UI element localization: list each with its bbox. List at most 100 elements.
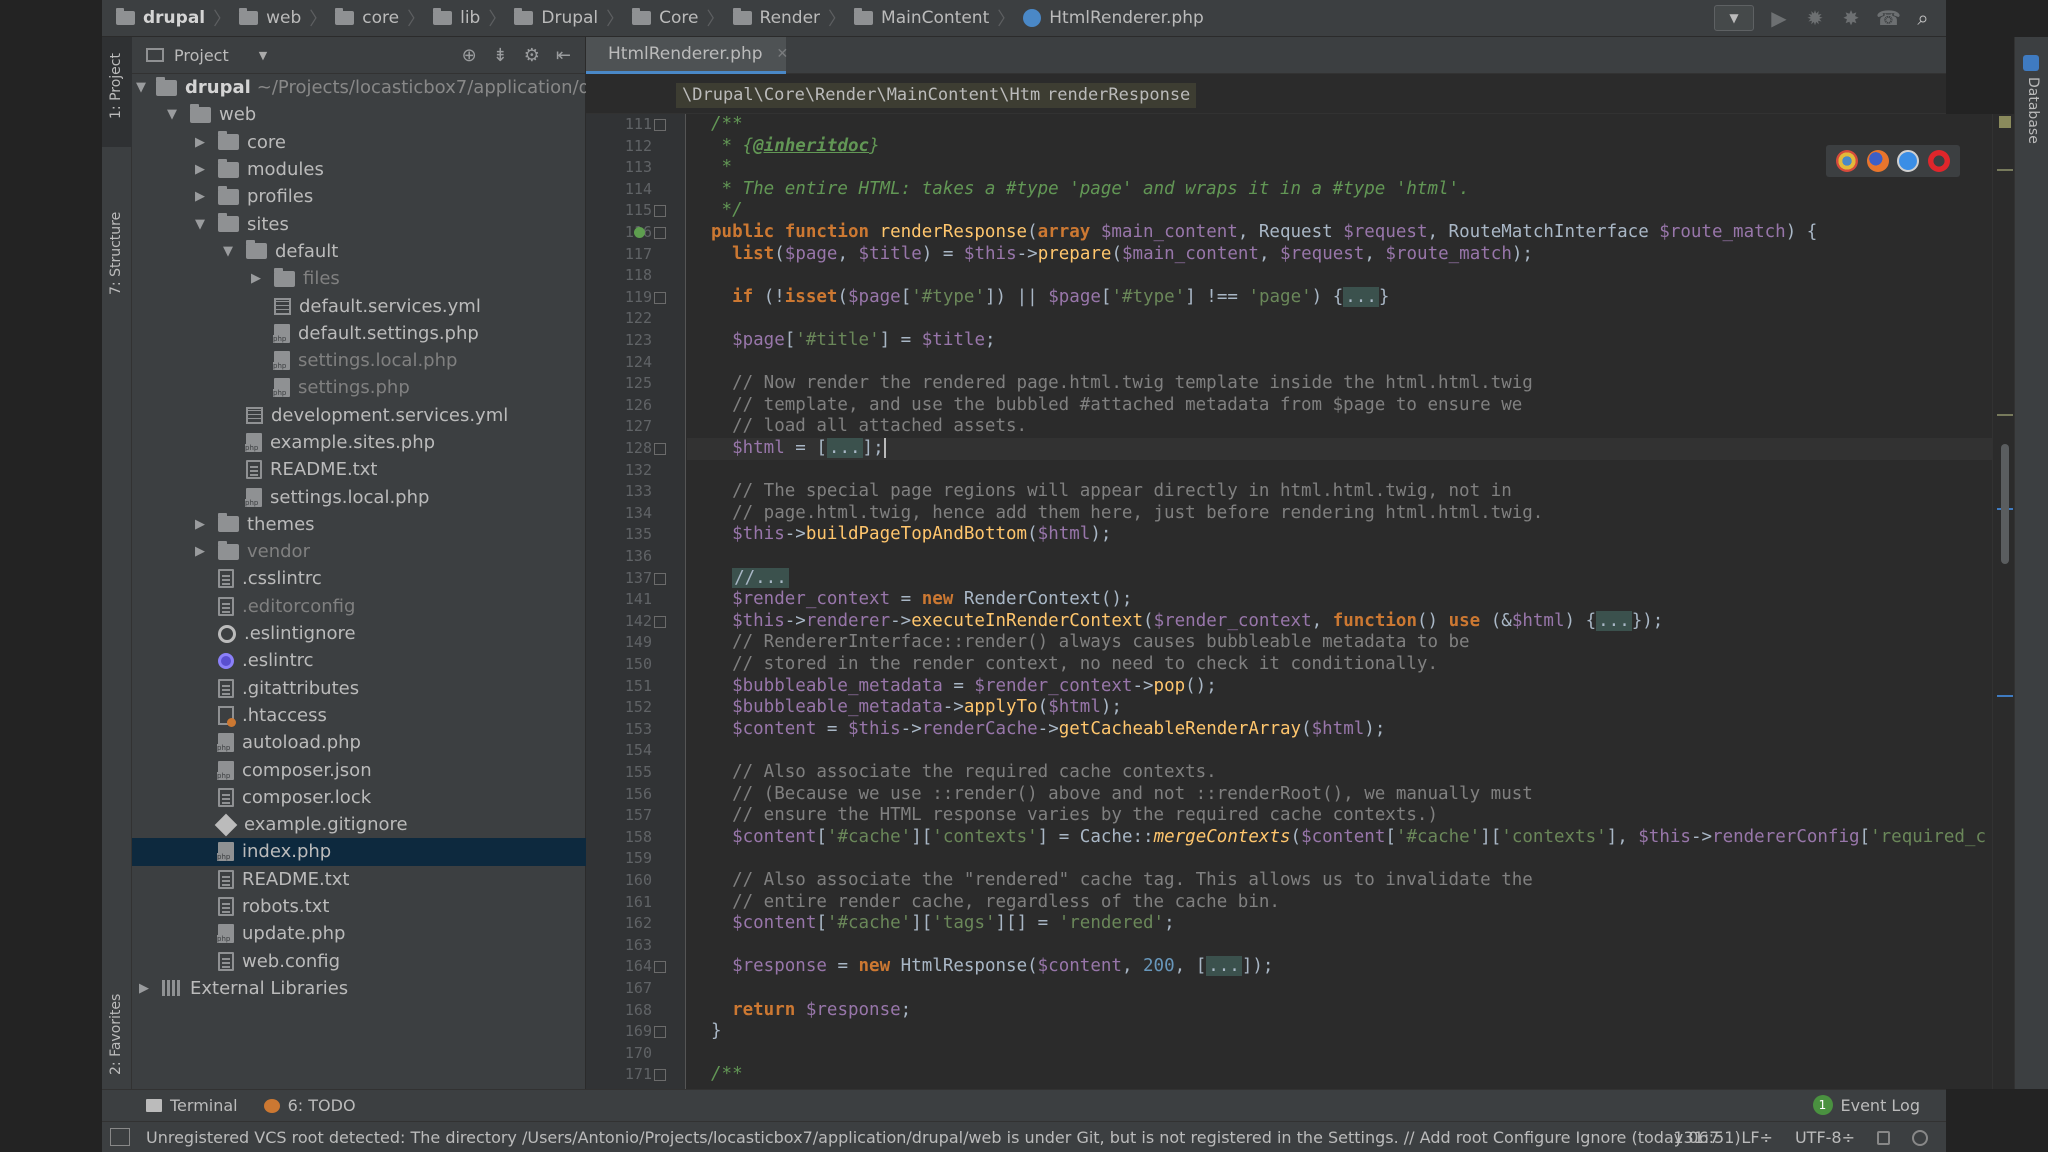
tree-row-default[interactable]: ▼ default [132,238,586,265]
tree-row-modules[interactable]: ▶ modules [132,156,586,183]
tree-row-composer-lock[interactable]: composer.lock [132,784,586,811]
tool-tab-favorites[interactable]: 2: Favorites [102,957,132,1087]
opera-icon[interactable] [1927,150,1950,172]
firefox-icon[interactable] [1866,150,1889,172]
chevron-right-icon[interactable]: ▶ [192,544,208,559]
tool-tab-structure[interactable]: 7: Structure [102,167,132,327]
chevron-down-icon[interactable]: ▼ [259,49,267,62]
tree-row-example-sites-php[interactable]: example.sites.php [132,429,586,456]
tree-row-profiles[interactable]: ▶ profiles [132,183,586,210]
tree-row-drupal[interactable]: ▼ drupal ~/Projects/locasticbox7/applicati… [132,74,586,101]
tree-row-core[interactable]: ▶ core [132,129,586,156]
nav-crumb-lib[interactable]: lib 〉 [433,5,506,31]
tree-row-example-gitignore[interactable]: example.gitignore [132,811,586,838]
tree-row-vendor[interactable]: ▶ vendor [132,538,586,565]
fold-toggle-icon[interactable] [654,443,666,455]
tree-row-web-config[interactable]: web.config [132,948,586,975]
safari-icon[interactable] [1897,150,1920,172]
breadcrumb-method[interactable]: renderResponse [1041,83,1197,108]
chevron-right-icon[interactable]: ▶ [248,271,264,286]
tree-row-default-settings-php[interactable]: default.settings.php [132,320,586,347]
chrome-icon[interactable] [1836,150,1859,172]
caret-position[interactable]: 131:7 [1673,1128,1719,1147]
file-encoding[interactable]: UTF-8÷ [1795,1128,1855,1147]
collapse-all-icon[interactable]: ⇟ [493,45,508,66]
tree-row-csslintrc[interactable]: .csslintrc [132,565,586,592]
tree-row-update-php[interactable]: update.php [132,920,586,947]
nav-crumb-file[interactable]: HtmlRenderer.php [1023,8,1204,28]
fold-toggle-icon[interactable] [654,291,666,304]
override-marker-icon[interactable] [634,227,645,238]
editor-scrollbar[interactable] [1992,114,2014,1089]
fold-toggle-icon[interactable] [654,615,666,628]
chevron-right-icon[interactable]: ▶ [192,135,208,150]
tool-tab-event-log[interactable]: 1 Event Log [1812,1095,1920,1115]
tree-row-development-services-yml[interactable]: development.services.yml [132,402,586,429]
fold-toggle-icon[interactable] [654,227,666,239]
tool-tab-terminal[interactable]: Terminal [146,1096,238,1115]
tree-row-eslintignore[interactable]: .eslintignore [132,620,586,647]
inspection-status-icon[interactable] [1999,116,2011,128]
locate-file-icon[interactable]: ⊕ [462,45,477,66]
line-separator[interactable]: LF÷ [1741,1128,1773,1147]
tree-row-gitattributes[interactable]: .gitattributes [132,675,586,702]
listen-debug-icon[interactable]: ☎ [1876,6,1901,30]
lock-icon[interactable] [1877,1130,1890,1145]
chevron-down-icon[interactable]: ▼ [136,80,146,95]
tree-row-external-libraries[interactable]: ▶ External Libraries [132,975,586,1002]
tree-row-web[interactable]: ▼ web [132,101,586,128]
nav-crumb-web[interactable]: web 〉 [239,5,327,31]
fold-toggle-icon[interactable] [654,961,666,974]
search-icon[interactable]: ⌕ [1912,6,1934,30]
fold-toggle-icon[interactable] [654,119,666,131]
chevron-right-icon[interactable]: ▶ [192,162,208,177]
tree-row-sites-settings-local-php[interactable]: settings.local.php [132,483,586,510]
close-icon[interactable]: ✕ [777,46,789,62]
tree-row-files[interactable]: ▶ files [132,265,586,292]
debug-icon[interactable]: ✹ [1804,6,1826,30]
tree-row-htaccess[interactable]: .htaccess [132,702,586,729]
tree-row-robots-txt[interactable]: robots.txt [132,893,586,920]
scrollbar-thumb[interactable] [2001,444,2009,564]
fold-toggle-icon[interactable] [654,1069,666,1082]
nav-crumb-core[interactable]: core 〉 [335,5,425,31]
chevron-right-icon[interactable]: ▶ [192,517,208,532]
fold-toggle-icon[interactable] [654,1026,666,1039]
chevron-right-icon[interactable]: ▶ [192,189,208,204]
chevron-down-icon[interactable]: ▼ [220,244,236,259]
coverage-icon[interactable]: ✸ [1840,6,1862,30]
tool-tab-database[interactable]: Database [2025,77,2041,144]
nav-crumb-drupal[interactable]: drupal 〉 [116,5,231,31]
nav-crumb-maincontent[interactable]: MainContent 〉 [854,5,1015,31]
tool-tab-project[interactable]: 1: Project [102,37,132,147]
tree-row-readme-sites[interactable]: README.txt [132,456,586,483]
gear-icon[interactable]: ⚙ [524,45,540,66]
fold-toggle-icon[interactable] [654,572,666,585]
chevron-down-icon[interactable]: ▼ [192,217,208,232]
run-icon[interactable]: ▶ [1768,6,1790,30]
tree-row-index-php[interactable]: index.php [132,838,586,866]
vcs-notification-message[interactable]: Unregistered VCS root detected: The dire… [146,1128,1741,1147]
tree-row-eslintrc[interactable]: .eslintrc [132,647,586,674]
run-config-dropdown[interactable]: ▼ [1714,5,1754,31]
toggle-tool-windows-icon[interactable] [110,1128,130,1146]
code-editor[interactable]: /** * {@inheritdoc} * * The entire HTML:… [687,114,1992,1089]
tree-row-default-services-yml[interactable]: default.services.yml [132,292,586,319]
tab-htmlrenderer[interactable]: HtmlRenderer.php ✕ [586,37,789,74]
tree-row-settings-php[interactable]: settings.php [132,374,586,401]
tree-row-readme[interactable]: README.txt [132,866,586,893]
nav-crumb-drupal-ns[interactable]: Drupal 〉 [514,5,624,31]
tree-row-sites[interactable]: ▼ sites [132,210,586,237]
nav-crumb-core-ns[interactable]: Core 〉 [632,5,725,31]
nav-crumb-render[interactable]: Render 〉 [732,5,846,31]
inspector-icon[interactable] [1912,1129,1928,1146]
tree-row-themes[interactable]: ▶ themes [132,511,586,538]
chevron-down-icon[interactable]: ▼ [164,107,180,122]
tree-row-composer-json[interactable]: composer.json [132,756,586,783]
tree-row-settings-local-php[interactable]: settings.local.php [132,347,586,374]
tool-tab-todo[interactable]: 6: TODO [263,1096,356,1115]
tree-row-autoload-php[interactable]: autoload.php [132,729,586,756]
database-icon[interactable] [2023,55,2039,71]
hide-panel-icon[interactable]: ⇤ [556,45,571,66]
tree-row-editorconfig[interactable]: .editorconfig [132,593,586,620]
